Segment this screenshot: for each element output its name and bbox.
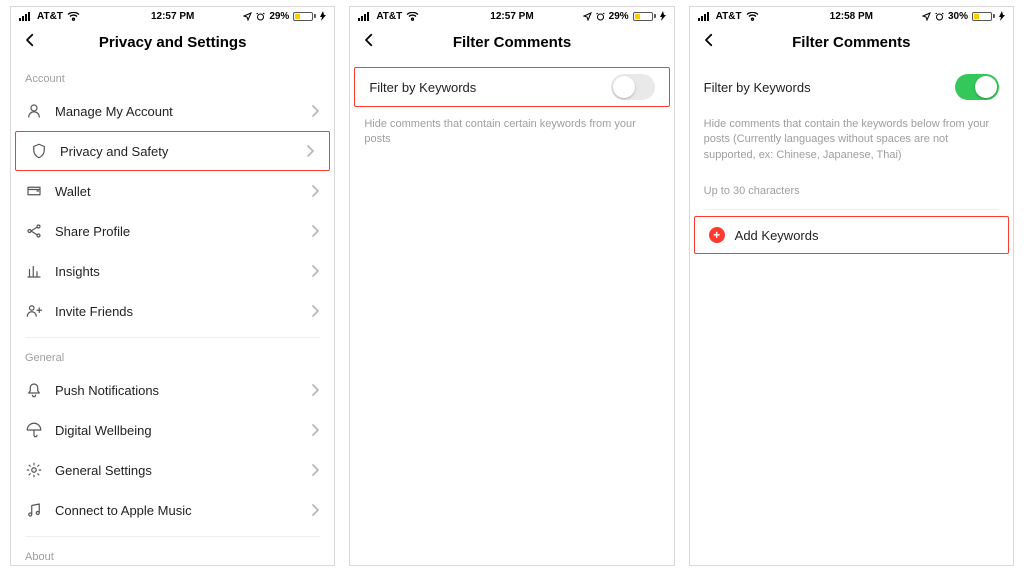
clock-label: 12:57 PM <box>151 11 194 22</box>
settings-item-label: Digital Wellbeing <box>55 423 310 438</box>
filter-hint: Hide comments that contain the keywords … <box>690 107 1013 163</box>
section-header: Account <box>11 59 334 91</box>
settings-item-label: Push Notifications <box>55 383 310 398</box>
status-bar: AT&T 12:58 PM 30% <box>690 7 1013 25</box>
location-icon <box>583 12 592 21</box>
wifi-icon <box>746 12 759 21</box>
chevron-right-icon <box>310 264 320 278</box>
battery-pct: 29% <box>609 11 629 22</box>
signal-icon <box>698 12 712 21</box>
page-title: Privacy and Settings <box>99 34 247 51</box>
umbrella-icon <box>25 421 43 439</box>
battery-icon <box>972 12 995 21</box>
settings-item-wallet[interactable]: Wallet <box>11 171 334 211</box>
clock-label: 12:57 PM <box>490 11 533 22</box>
bell-icon <box>25 381 43 399</box>
settings-item-label: Connect to Apple Music <box>55 503 310 518</box>
battery-pct: 30% <box>948 11 968 22</box>
settings-item-label: Privacy and Safety <box>60 144 305 159</box>
status-bar: AT&T 12:57 PM 29% <box>11 7 334 25</box>
settings-item-manage-my-account[interactable]: Manage My Account <box>11 91 334 131</box>
battery-icon <box>633 12 656 21</box>
shield-icon <box>30 142 48 160</box>
settings-item-general-settings[interactable]: General Settings <box>11 450 334 490</box>
alarm-icon <box>935 12 944 21</box>
plus-icon: + <box>709 227 725 243</box>
carrier-label: AT&T <box>376 11 402 22</box>
clock-label: 12:58 PM <box>830 11 873 22</box>
location-icon <box>243 12 252 21</box>
wifi-icon <box>406 12 419 21</box>
settings-item-connect-to-apple-music[interactable]: Connect to Apple Music <box>11 490 334 530</box>
signal-icon <box>358 12 372 21</box>
settings-item-label: General Settings <box>55 463 310 478</box>
chevron-right-icon <box>310 104 320 118</box>
settings-list[interactable]: Account Manage My Account Privacy and Safe… <box>11 59 334 565</box>
filter-keywords-row[interactable]: Filter by Keywords <box>690 67 1013 107</box>
carrier-label: AT&T <box>716 11 742 22</box>
settings-item-insights[interactable]: Insights <box>11 251 334 291</box>
settings-item-label: Insights <box>55 264 310 279</box>
chevron-right-icon <box>310 224 320 238</box>
alarm-icon <box>596 12 605 21</box>
settings-item-invite-friends[interactable]: Invite Friends <box>11 291 334 331</box>
gear-icon <box>25 461 43 479</box>
chevron-right-icon <box>310 503 320 517</box>
alarm-icon <box>256 12 265 21</box>
add-keywords-row[interactable]: + Add Keywords <box>694 216 1009 254</box>
charging-icon <box>320 11 326 21</box>
section-header: General <box>11 338 334 370</box>
battery-icon <box>293 12 316 21</box>
charging-icon <box>660 11 666 21</box>
chevron-right-icon <box>310 304 320 318</box>
invite-icon <box>25 302 43 320</box>
screen-filter-comments-off: AT&T 12:57 PM 29% Filter Comments Filter… <box>349 6 674 566</box>
chevron-right-icon <box>310 423 320 437</box>
settings-item-label: Wallet <box>55 184 310 199</box>
status-bar: AT&T 12:57 PM 29% <box>350 7 673 25</box>
charging-icon <box>999 11 1005 21</box>
filter-hint: Hide comments that contain certain keywo… <box>350 107 673 148</box>
nav-header: Filter Comments <box>690 25 1013 59</box>
filter-keywords-row[interactable]: Filter by Keywords <box>354 67 669 107</box>
add-keywords-label: Add Keywords <box>735 228 819 243</box>
back-button[interactable] <box>700 31 718 49</box>
wallet-icon <box>25 182 43 200</box>
screen-filter-comments-on: AT&T 12:58 PM 30% Filter Comments Filter… <box>689 6 1014 566</box>
battery-pct: 29% <box>269 11 289 22</box>
share-icon <box>25 222 43 240</box>
location-icon <box>922 12 931 21</box>
back-button[interactable] <box>21 31 39 49</box>
music-icon <box>25 501 43 519</box>
user-icon <box>25 102 43 120</box>
settings-item-share-profile[interactable]: Share Profile <box>11 211 334 251</box>
signal-icon <box>19 12 33 21</box>
section-header: About <box>11 537 334 565</box>
carrier-label: AT&T <box>37 11 63 22</box>
wifi-icon <box>67 12 80 21</box>
filter-keywords-label: Filter by Keywords <box>704 80 811 95</box>
filter-keywords-toggle[interactable] <box>955 74 999 100</box>
chevron-right-icon <box>310 463 320 477</box>
chart-icon <box>25 262 43 280</box>
nav-header: Privacy and Settings <box>11 25 334 59</box>
filter-keywords-label: Filter by Keywords <box>369 80 476 95</box>
chevron-right-icon <box>310 184 320 198</box>
nav-header: Filter Comments <box>350 25 673 59</box>
back-button[interactable] <box>360 31 378 49</box>
chevron-right-icon <box>310 383 320 397</box>
filter-keywords-toggle[interactable] <box>611 74 655 100</box>
settings-item-privacy-and-safety[interactable]: Privacy and Safety <box>15 131 330 171</box>
settings-item-digital-wellbeing[interactable]: Digital Wellbeing <box>11 410 334 450</box>
page-title: Filter Comments <box>792 34 910 51</box>
char-limit-hint: Up to 30 characters <box>690 163 1013 209</box>
page-title: Filter Comments <box>453 34 571 51</box>
settings-item-label: Invite Friends <box>55 304 310 319</box>
settings-item-label: Manage My Account <box>55 104 310 119</box>
chevron-right-icon <box>305 144 315 158</box>
settings-item-label: Share Profile <box>55 224 310 239</box>
settings-item-push-notifications[interactable]: Push Notifications <box>11 370 334 410</box>
screen-privacy-settings: AT&T 12:57 PM 29% Privacy and Settings A… <box>10 6 335 566</box>
